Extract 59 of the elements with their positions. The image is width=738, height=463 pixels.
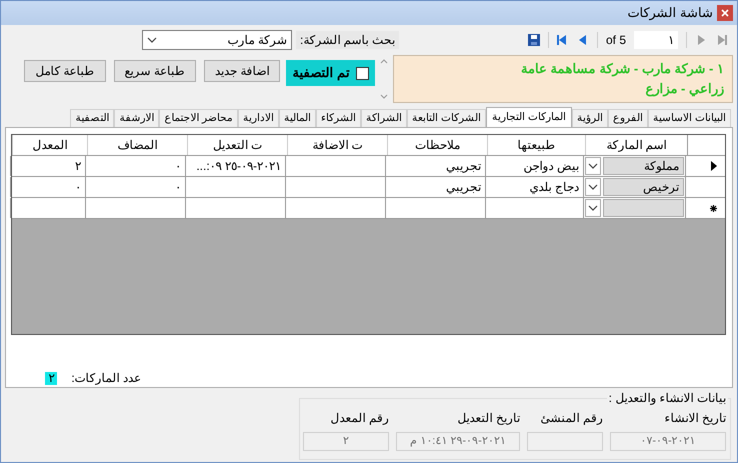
audit-field-label: تاريخ الانشاء xyxy=(664,411,726,425)
tab[interactable]: الفروع xyxy=(608,109,648,127)
save-icon[interactable] xyxy=(528,34,540,46)
action-button[interactable]: طباعة كامل xyxy=(24,60,106,82)
audit-field-label: رقم المنشئ xyxy=(540,411,603,425)
column-header[interactable]: ملاحظات xyxy=(387,135,487,155)
close-button[interactable] xyxy=(717,5,733,21)
previous-record-icon[interactable] xyxy=(576,34,589,46)
tab[interactable]: الشراكة xyxy=(361,109,408,127)
company-info-line: ١ - شركة مارب - شركة مساهمة عامة xyxy=(520,60,724,78)
company-info-line: زراعي - مزارع xyxy=(644,80,724,98)
table-cell: ٠ xyxy=(85,177,185,197)
action-button[interactable]: اضافة جديد xyxy=(204,60,280,82)
table-cell: بيض دواجن xyxy=(485,156,583,176)
table-cell: ٠ xyxy=(85,156,185,176)
brand-count-label: عدد الماركات: xyxy=(71,370,141,387)
column-header[interactable]: اسم الماركة xyxy=(585,135,687,155)
scroll-down-icon[interactable] xyxy=(380,94,388,99)
column-header[interactable]: ت الاضافة xyxy=(287,135,387,155)
table-cell: ٢ xyxy=(10,156,85,176)
table-cell: تجريبي xyxy=(385,156,485,176)
search-label: بحث باسم الشركة: xyxy=(296,31,399,49)
column-header[interactable]: ت التعديل xyxy=(187,135,287,155)
tab[interactable]: الماركات التجارية xyxy=(486,107,572,127)
column-header[interactable]: طبيعتها xyxy=(487,135,585,155)
audit-field-label: تاريخ التعديل xyxy=(456,411,520,425)
table-cell: ٢٠٢١-٠٩-٢٥ ٠٩:... xyxy=(185,156,285,176)
close-icon xyxy=(721,9,729,17)
tab[interactable]: الارشفة xyxy=(114,109,160,127)
last-record-icon[interactable] xyxy=(715,34,727,46)
tab[interactable]: الشركات التابعة xyxy=(407,109,486,127)
tab[interactable]: المالية xyxy=(279,109,316,127)
column-header[interactable]: المعدل xyxy=(12,135,87,155)
brand-count: ٢ xyxy=(45,372,58,384)
audit-group-title: بيانات الانشاء والتعديل : xyxy=(606,390,728,406)
next-record-icon[interactable] xyxy=(695,34,707,46)
window-title: شاشة الشركات xyxy=(627,4,713,22)
dropdown-icon xyxy=(588,184,598,190)
table-cell: ٠ xyxy=(10,177,85,197)
liquidated-checkbox[interactable]: تم التصفية xyxy=(286,60,375,86)
tab[interactable]: الادارية xyxy=(238,109,280,127)
caret-icon xyxy=(146,37,157,43)
table-cell: تجريبي xyxy=(385,177,485,197)
record-position-field[interactable]: ١ xyxy=(634,31,678,49)
table-cell: دجاج بلدي xyxy=(485,177,583,197)
dropdown-icon xyxy=(588,163,598,169)
tab[interactable]: الرؤية xyxy=(572,109,608,127)
first-record-icon[interactable] xyxy=(556,34,569,46)
tab[interactable]: التصفية xyxy=(70,109,114,127)
dropdown-icon xyxy=(588,205,598,211)
tab[interactable]: محاضر الاجتماع xyxy=(159,109,238,127)
company-combobox[interactable]: شركة مارب xyxy=(142,30,292,50)
tab[interactable]: البيانات الاساسية xyxy=(648,109,731,127)
column-header[interactable]: المضاف xyxy=(87,135,187,155)
tab[interactable]: الشركاء xyxy=(316,109,362,127)
scroll-up-icon[interactable] xyxy=(380,59,388,64)
action-button[interactable]: طباعة سريع xyxy=(114,60,196,82)
record-total: of 5 xyxy=(606,32,626,49)
audit-field-label: رقم المعدل xyxy=(330,411,389,425)
